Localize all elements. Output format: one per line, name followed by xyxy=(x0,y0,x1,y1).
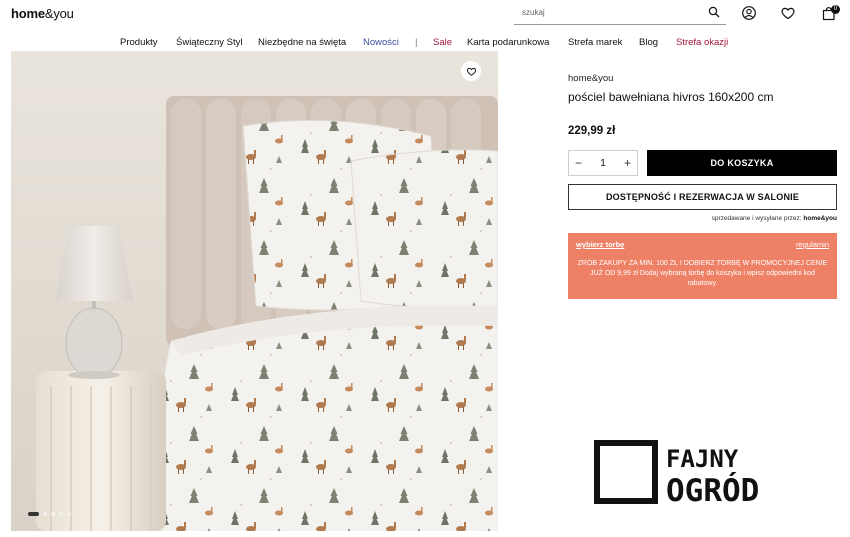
search-input[interactable] xyxy=(514,2,694,23)
nav-item-sale[interactable]: Sale xyxy=(433,37,452,48)
gallery-dot[interactable] xyxy=(59,512,63,516)
nav-item-strefa-okazji[interactable]: Strefa okazji xyxy=(676,37,728,48)
gallery-dot[interactable] xyxy=(43,512,47,516)
seller-name: home&you xyxy=(803,215,837,222)
cart-count-badge: 0 xyxy=(831,5,840,14)
product-title: pościel bawełniana hivros 160x200 cm xyxy=(568,90,774,104)
add-to-cart-button[interactable]: DO KOSZYKA xyxy=(647,150,837,176)
wishlist-button[interactable] xyxy=(461,61,481,81)
nav-item-produkty[interactable]: Produkty xyxy=(120,37,158,48)
nav-item-karta-podarunkowa[interactable]: Karta podarunkowa xyxy=(467,37,549,48)
nav-item-swiateczny-styl[interactable]: Świąteczny Styl xyxy=(176,37,243,48)
gallery-pagination xyxy=(28,511,71,517)
promo-banner: wybierz torbę regulamin ZRÓB ZAKUPY ZA M… xyxy=(568,233,837,299)
heart-icon xyxy=(466,67,476,76)
quantity-stepper: − 1 + xyxy=(568,150,638,176)
main-nav: Produkty Świąteczny Styl Niezbędne na św… xyxy=(0,37,850,51)
decrease-quantity-button[interactable]: − xyxy=(575,156,582,170)
product-image[interactable] xyxy=(11,51,498,531)
search-bar xyxy=(514,2,726,25)
logo[interactable]: home&you xyxy=(11,6,74,21)
product-price: 229,99 zł xyxy=(568,125,616,137)
watermark-line-1: FAJNY xyxy=(666,445,739,473)
gallery-dot[interactable] xyxy=(51,512,55,516)
promo-text: ZRÓB ZAKUPY ZA MIN. 100 ZŁ I DOBIERZ TOR… xyxy=(577,260,828,287)
nav-item-nowosci[interactable]: Nowości xyxy=(363,37,399,48)
fajny-ogrod-watermark: FAJNY OGRÓD xyxy=(594,440,759,506)
product-brand[interactable]: home&you xyxy=(568,73,613,84)
nav-separator: | xyxy=(415,37,418,48)
nav-item-strefa-marek[interactable]: Strefa marek xyxy=(568,37,622,48)
choose-bag-link[interactable]: wybierz torbę xyxy=(576,240,624,249)
search-icon[interactable] xyxy=(708,6,720,18)
increase-quantity-button[interactable]: + xyxy=(624,156,631,170)
sold-by-text: sprzedawane i wysyłane przez: home&you xyxy=(711,215,837,222)
gallery-dot[interactable] xyxy=(28,512,39,516)
user-icon[interactable] xyxy=(741,5,757,21)
nav-item-niezbedne[interactable]: Niezbędne na święta xyxy=(258,37,346,48)
heart-icon[interactable] xyxy=(780,5,796,21)
watermark-line-2: OGRÓD xyxy=(666,472,759,506)
quantity-value[interactable]: 1 xyxy=(600,158,606,169)
bedroom-photo xyxy=(11,51,498,531)
gallery-dot[interactable] xyxy=(67,512,71,516)
rules-link[interactable]: regulamin xyxy=(796,240,829,249)
nav-item-blog[interactable]: Blog xyxy=(639,37,658,48)
availability-button[interactable]: DOSTĘPNOŚĆ I REZERWACJA W SALONIE xyxy=(568,184,837,210)
